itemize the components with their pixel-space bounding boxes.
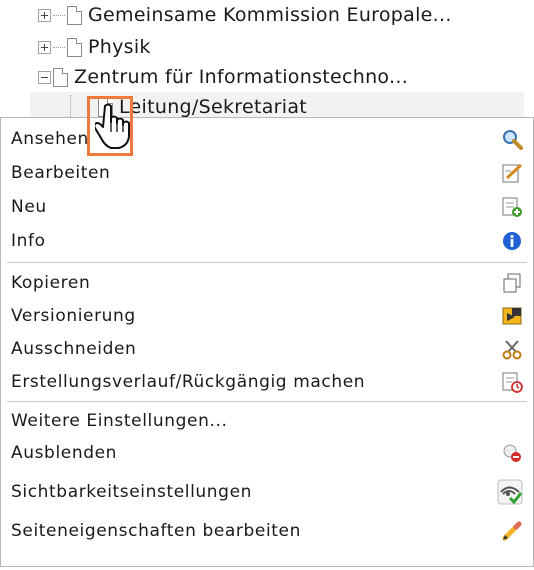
collapse-icon[interactable] — [38, 70, 51, 84]
menu-item-label: Ausschneiden — [11, 339, 137, 359]
menu-item-label: Bearbeiten — [11, 163, 111, 183]
visibility-icon — [497, 479, 523, 505]
edit-page-icon — [501, 162, 523, 184]
page-icon — [67, 37, 82, 57]
menu-item-label: Seiteneigenschaften bearbeiten — [11, 521, 301, 541]
menu-item-erstellungsverlauf[interactable]: Erstellungsverlauf/Rückgängig machen — [11, 367, 523, 397]
menu-item-label: Versionierung — [11, 306, 136, 326]
tree-connector — [53, 14, 65, 16]
copy-icon — [501, 272, 523, 294]
page-icon — [67, 5, 82, 25]
page-icon — [53, 67, 68, 87]
menu-item-label: Erstellungsverlauf/Rückgängig machen — [11, 372, 366, 392]
tree-item-gemeinsame-kommission[interactable]: Gemeinsame Kommission Europale... — [38, 0, 452, 30]
tree-connector — [53, 46, 65, 48]
tree-item-label: Physik — [88, 36, 151, 58]
page-tree: Gemeinsame Kommission Europale... Physik… — [0, 0, 534, 122]
magnifier-icon — [501, 128, 523, 150]
pencil-icon — [501, 520, 523, 542]
menu-item-label: Kopieren — [11, 273, 91, 293]
menu-item-label: Ansehen — [11, 129, 89, 149]
tree-item-label: Zentrum für Informationstechno... — [74, 66, 409, 88]
menu-item-kopieren[interactable]: Kopieren — [11, 268, 523, 298]
tree-item-label: Leitung/Sekretariat — [119, 96, 308, 118]
menu-item-label: Weitere Einstellungen... — [11, 411, 228, 431]
expand-icon[interactable] — [38, 40, 51, 54]
menu-separator — [7, 262, 527, 263]
scissors-icon — [501, 338, 523, 360]
menu-item-label: Ausblenden — [11, 443, 118, 463]
menu-item-neu[interactable]: Neu — [11, 192, 523, 222]
menu-item-weitere-einstellungen[interactable]: Weitere Einstellungen... — [11, 406, 523, 436]
tree-item-zentrum[interactable]: Zentrum für Informationstechno... — [38, 62, 408, 92]
info-icon — [501, 230, 523, 252]
menu-item-ausblenden[interactable]: Ausblenden — [11, 438, 523, 468]
expand-icon[interactable] — [38, 8, 51, 22]
menu-item-versionierung[interactable]: Versionierung — [11, 301, 523, 331]
menu-item-bearbeiten[interactable]: Bearbeiten — [11, 158, 523, 188]
menu-separator — [7, 401, 527, 402]
menu-item-sichtbarkeitseinstellungen[interactable]: Sichtbarkeitseinstellungen — [11, 474, 523, 510]
hand-cursor-icon — [93, 102, 131, 150]
tree-item-label: Gemeinsame Kommission Europale... — [88, 4, 452, 26]
menu-item-label: Info — [11, 231, 46, 251]
versioning-icon — [501, 305, 523, 327]
history-icon — [501, 371, 523, 393]
menu-item-ausschneiden[interactable]: Ausschneiden — [11, 334, 523, 364]
context-menu: Ansehen Bearbeiten Neu Info Kopieren Ver… — [0, 117, 534, 567]
menu-item-seiteneigenschaften[interactable]: Seiteneigenschaften bearbeiten — [11, 514, 523, 548]
tree-connector — [70, 95, 71, 117]
hide-icon — [501, 442, 523, 464]
menu-item-label: Sichtbarkeitseinstellungen — [11, 482, 252, 502]
new-page-icon — [501, 196, 523, 218]
menu-item-info[interactable]: Info — [11, 226, 523, 256]
menu-item-label: Neu — [11, 197, 47, 217]
tree-item-physik[interactable]: Physik — [38, 32, 151, 62]
